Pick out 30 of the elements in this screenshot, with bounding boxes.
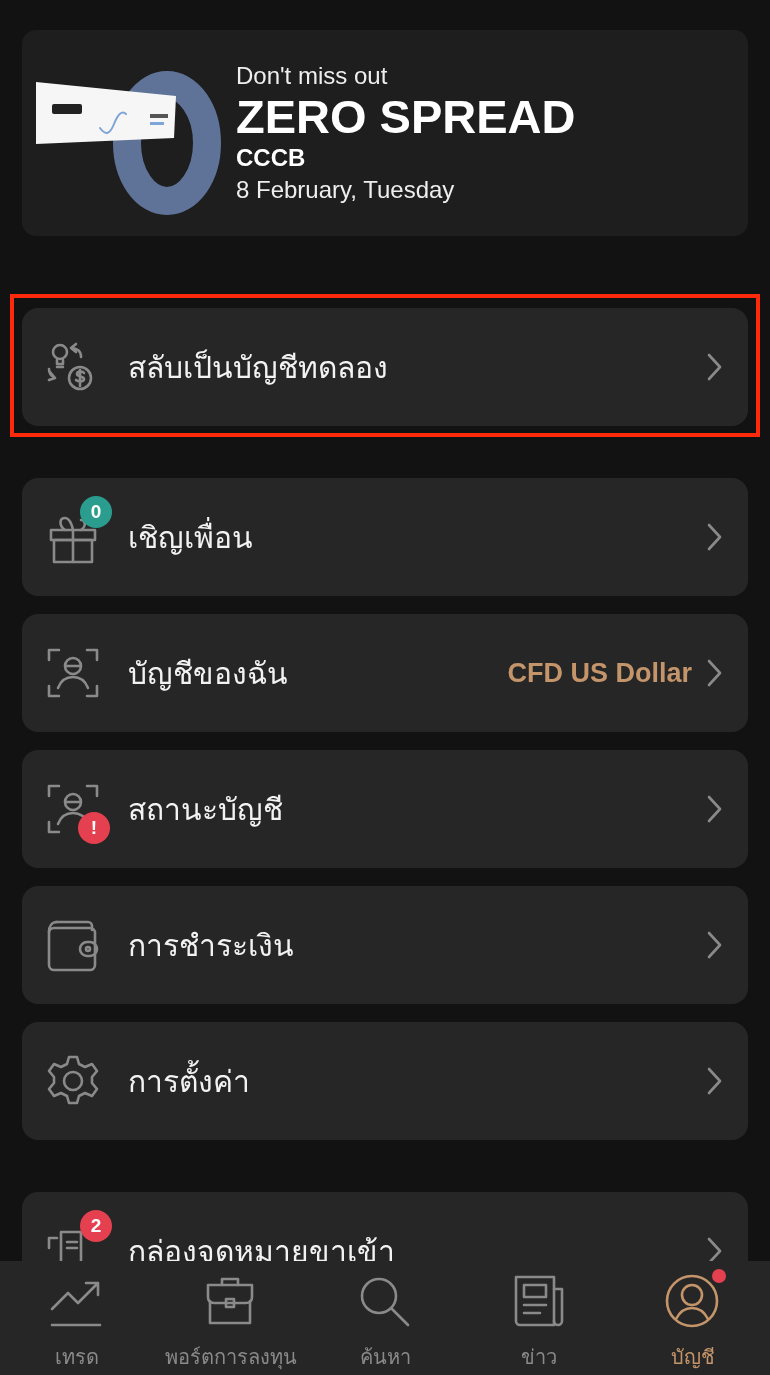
menu-label: สถานะบัญชี: [128, 790, 284, 829]
menu-item[interactable]: ! สถานะบัญชี: [22, 750, 748, 868]
nav-tab[interactable]: พอร์ตการลงทุน: [154, 1261, 308, 1375]
menu-label: กล่องจดหมายขาเข้า: [128, 1232, 396, 1261]
menu-item[interactable]: การตั้งค่า: [22, 1022, 748, 1140]
promo-banner[interactable]: Don't miss out ZERO SPREAD CCCB 8 February, Tuesday: [22, 30, 748, 236]
menu-value: CFD US Dollar: [507, 657, 692, 689]
notification-badge: 0: [80, 496, 112, 528]
menu-label: บัญชีของฉัน: [128, 654, 289, 693]
menu-item[interactable]: การชำระเงิน: [22, 886, 748, 1004]
menu-label: เชิญเพื่อน: [128, 516, 254, 557]
menu-item[interactable]: 0 เชิญเพื่อน: [22, 478, 748, 596]
menu-label: การชำระเงิน: [128, 926, 295, 965]
menu-label: สลับเป็นบัญชีทดลอง: [128, 348, 389, 387]
banner-subtitle: Don't miss out: [236, 62, 389, 90]
person-frame-icon: [46, 646, 100, 700]
menu-item[interactable]: บัญชีของฉัน CFD US Dollar: [22, 614, 748, 732]
menu-label: การตั้งค่า: [128, 1057, 704, 1105]
nav-tab[interactable]: ข่าว: [462, 1261, 616, 1375]
nav-tab[interactable]: บัญชี: [616, 1261, 770, 1375]
banner-date: 8 February, Tuesday: [236, 176, 456, 204]
banner-title: ZERO SPREAD: [236, 90, 576, 144]
menu-item[interactable]: สลับเป็นบัญชีทดลอง: [22, 308, 748, 426]
notification-badge: 2: [80, 1210, 112, 1242]
notification-badge: !: [78, 812, 110, 844]
nav-tab[interactable]: เทรด: [0, 1261, 154, 1375]
menu-item[interactable]: 2 กล่องจดหมายขาเข้า: [22, 1192, 748, 1261]
nav-tab[interactable]: ค้นหา: [308, 1261, 462, 1375]
banner-symbol: CCCB: [236, 144, 307, 172]
wallet-icon: [46, 918, 100, 972]
